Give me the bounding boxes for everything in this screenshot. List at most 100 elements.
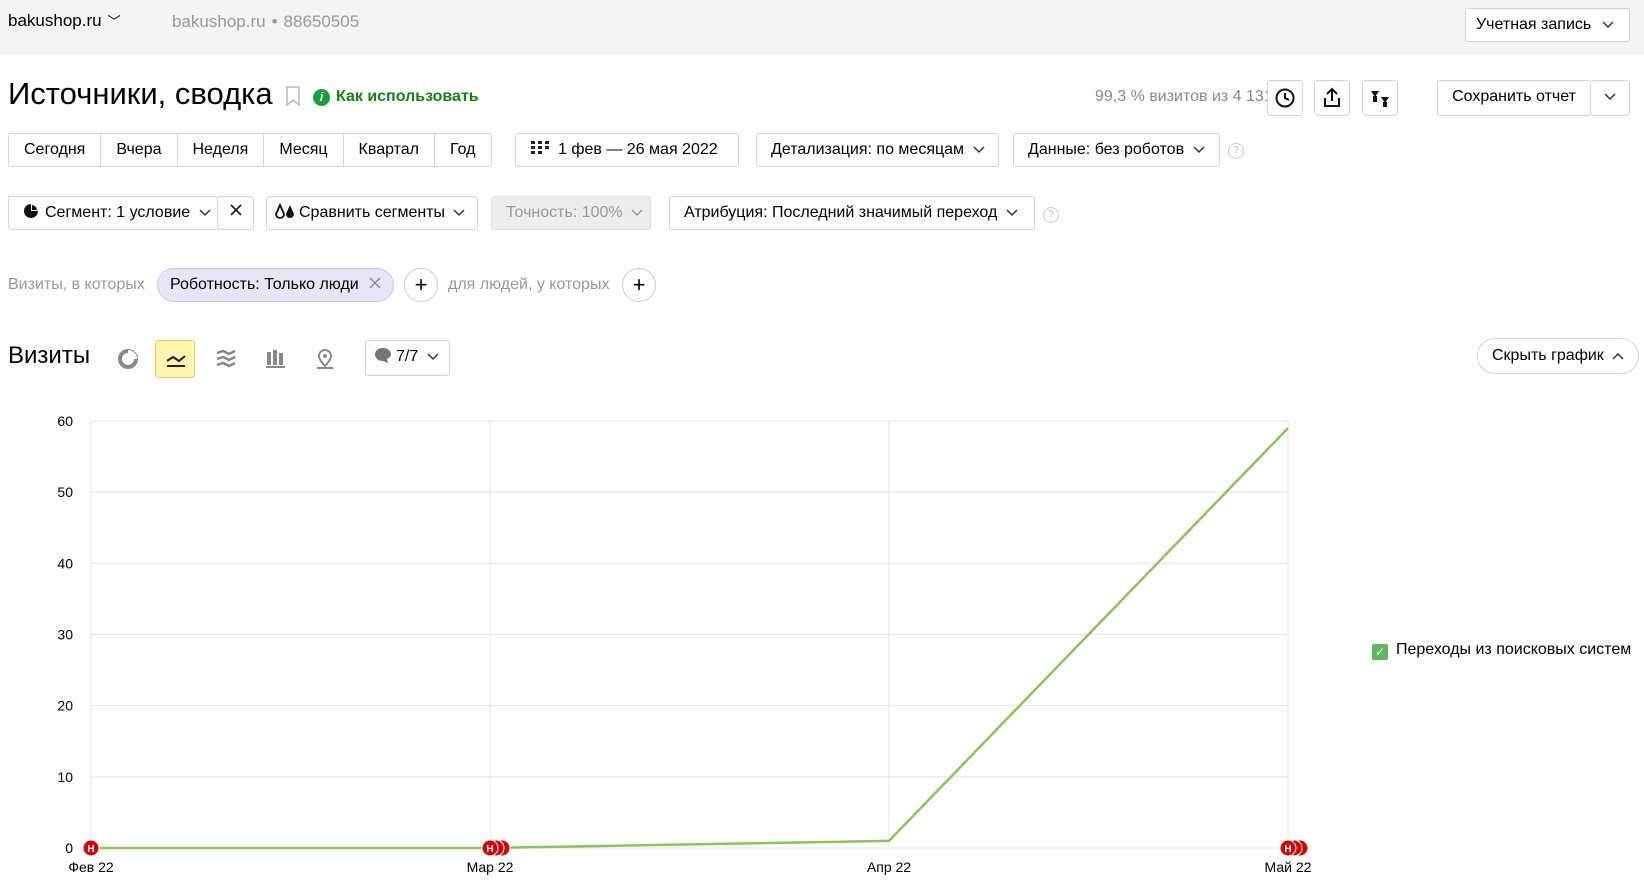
y-tick-label: 50 — [57, 484, 73, 500]
counter-id: 88650505 — [283, 12, 360, 31]
howto-link[interactable]: i Как использовать — [313, 88, 479, 106]
bookmark-icon[interactable] — [286, 86, 300, 106]
hide-chart-button[interactable]: Скрыть график — [1477, 338, 1640, 374]
people-filter-label: для людей, у которых — [448, 276, 610, 293]
period-today[interactable]: Сегодня — [9, 134, 102, 166]
x-tick-label: Фев 22 — [68, 859, 114, 875]
compare-segments-dropdown[interactable]: Сравнить сегменты — [266, 196, 478, 230]
y-tick-label: 20 — [57, 698, 73, 714]
x-tick-label: Май 22 — [1265, 859, 1312, 875]
account-label: Учетная запись — [1476, 16, 1592, 33]
legend-item[interactable]: ✓ Переходы из поисковых систем — [1372, 641, 1631, 660]
annotation-marker — [1291, 839, 1309, 857]
export-button[interactable] — [1314, 80, 1350, 116]
map-chart-tab[interactable] — [305, 340, 345, 378]
annotation-marker — [1285, 839, 1303, 857]
accuracy-dropdown[interactable]: Точность: 100% — [491, 196, 651, 230]
annotation-marker — [493, 839, 511, 857]
area-chart-icon — [216, 349, 236, 368]
map-pin-icon — [317, 348, 333, 369]
chevron-down-icon — [199, 209, 211, 217]
annotations-count: 7/7 — [396, 348, 419, 365]
detail-dropdown[interactable]: Детализация: по месяцам — [756, 133, 999, 167]
bar-chart-icon — [266, 350, 285, 368]
period-selector: Сегодня Вчера Неделя Месяц Квартал Год — [8, 133, 492, 167]
compare-icon — [275, 202, 294, 219]
segment-dropdown[interactable]: Сегмент: 1 условие — [8, 196, 218, 230]
calendar-icon — [531, 141, 549, 154]
compare-label: Сравнить сегменты — [299, 204, 446, 221]
clock-icon — [1275, 88, 1295, 108]
chart-section-title: Визиты — [8, 342, 91, 369]
visits-filter-label: Визиты, в которых — [8, 276, 145, 293]
chevron-down-icon — [1006, 209, 1018, 217]
attribution-dropdown[interactable]: Атрибуция: Последний значимый переход — [669, 196, 1035, 230]
history-button[interactable] — [1267, 80, 1303, 116]
visits-share: 99,3 % визитов из 4 131 — [1095, 88, 1273, 105]
page-title: Источники, сводка — [8, 76, 273, 111]
pie-chart-tab[interactable] — [108, 340, 148, 378]
chevron-down-icon — [972, 146, 985, 154]
pie-chart-icon — [118, 349, 138, 369]
annotation-marker-label: Н — [87, 844, 94, 855]
counter-separator: • — [271, 12, 278, 31]
x-tick-label: Апр 22 — [867, 859, 911, 875]
top-bar: bakushop.ru ﹀ bakushop.ru • 88650505 Учетна… — [0, 0, 1644, 54]
accuracy-label: Точность: 100% — [506, 204, 623, 221]
date-range-label: 1 фев — 26 мая 2022 — [558, 141, 718, 158]
info-icon: i — [313, 89, 330, 106]
period-year[interactable]: Год — [435, 134, 490, 166]
period-quarter[interactable]: Квартал — [344, 134, 436, 166]
line-chart-tab[interactable] — [155, 340, 195, 378]
howto-label: Как использовать — [336, 88, 479, 105]
upload-icon — [1324, 87, 1340, 107]
filter-chip[interactable]: Роботность: Только люди — [157, 268, 395, 302]
data-filter-label: Данные: без роботов — [1028, 141, 1185, 158]
period-yesterday[interactable]: Вчера — [101, 134, 178, 166]
chevron-down-icon — [631, 209, 643, 217]
y-tick-label: 30 — [57, 627, 73, 643]
mode-button[interactable] — [1362, 80, 1398, 116]
bar-chart-tab[interactable] — [256, 340, 296, 378]
y-tick-label: 10 — [57, 769, 73, 785]
legend-label: Переходы из поисковых систем — [1396, 641, 1632, 658]
close-icon — [229, 204, 242, 216]
pie-icon — [24, 204, 38, 218]
save-report-button[interactable]: Сохранить отчет — [1437, 80, 1591, 116]
help-icon[interactable]: ? — [1043, 207, 1059, 223]
segment-label: Сегмент: 1 условие — [45, 204, 191, 221]
y-tick-label: 0 — [65, 840, 73, 856]
add-people-filter-button[interactable]: + — [622, 268, 656, 302]
add-visit-filter-button[interactable]: + — [404, 268, 438, 302]
y-tick-label: 60 — [57, 413, 73, 429]
area-chart-tab[interactable] — [206, 340, 246, 378]
chevron-down-icon — [1602, 21, 1614, 29]
line-chart-icon — [166, 355, 186, 367]
chevron-up-icon — [1612, 352, 1624, 360]
annotations-dropdown[interactable]: 7/7 — [365, 340, 450, 376]
period-week[interactable]: Неделя — [178, 134, 265, 166]
hide-chart-label: Скрыть график — [1492, 347, 1604, 364]
segment-clear-button[interactable] — [217, 196, 254, 230]
y-tick-label: 40 — [57, 555, 73, 571]
save-options-button[interactable] — [1590, 80, 1630, 116]
annotation-marker — [1279, 839, 1297, 857]
site-name: bakushop.ru — [8, 11, 102, 30]
checkbox-checked-icon[interactable]: ✓ — [1372, 644, 1388, 660]
chevron-down-icon — [427, 353, 439, 361]
date-range-button[interactable]: 1 фев — 26 мая 2022 — [515, 133, 739, 167]
site-selector[interactable]: bakushop.ru ﹀ — [8, 11, 121, 31]
filter-mode-icon — [1371, 91, 1389, 107]
x-tick-label: Мар 22 — [467, 859, 514, 875]
period-month[interactable]: Месяц — [264, 134, 344, 166]
account-button[interactable]: Учетная запись — [1465, 8, 1630, 42]
close-icon[interactable] — [369, 277, 381, 289]
data-filter-dropdown[interactable]: Данные: без роботов — [1013, 133, 1220, 167]
counter-info: bakushop.ru • 88650505 — [172, 12, 359, 32]
chevron-down-icon: ﹀ — [107, 14, 121, 29]
filter-chip-label: Роботность: Только люди — [170, 276, 359, 293]
annotation-marker-label: Н — [486, 844, 493, 855]
help-icon[interactable]: ? — [1228, 143, 1244, 159]
chevron-down-icon — [1604, 93, 1616, 101]
comment-icon — [375, 348, 391, 363]
